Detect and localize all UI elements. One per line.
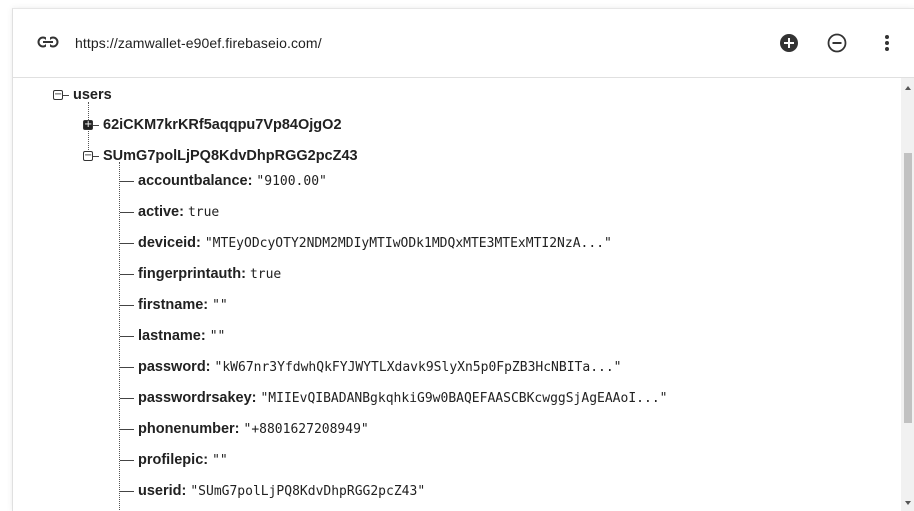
- tree-connector: [63, 95, 69, 96]
- node-key: 62iCKM7krKRf5aqqpu7Vp84OjgO2: [103, 117, 342, 133]
- tree-node-users[interactable]: users: [73, 84, 112, 106]
- tree-connector: [93, 125, 99, 126]
- link-icon: [37, 36, 59, 48]
- field-value[interactable]: "kW67nr3YfdwhQkFYJWYTLXdavk9SlyXn5p0FpZB…: [215, 360, 622, 375]
- database-url[interactable]: https://zamwallet-e90ef.firebaseio.com/: [75, 35, 322, 51]
- field-key: password:: [138, 359, 211, 375]
- field-key: fingerprintauth:: [138, 266, 246, 282]
- node-key: SUmG7polLjPQ8KdvDhpRGG2pcZ43: [103, 148, 358, 164]
- field-key: firstname:: [138, 297, 209, 313]
- url-bar: https://zamwallet-e90ef.firebaseio.com/: [13, 9, 914, 78]
- tree-connector: [120, 181, 134, 182]
- vertical-scrollbar[interactable]: [901, 78, 914, 511]
- tree-field[interactable]: password: "kW67nr3YfdwhQkFYJWYTLXdavk9Sly…: [138, 356, 622, 378]
- field-value[interactable]: "SUmG7polLjPQ8KdvDhpRGG2pcZ43": [190, 484, 425, 499]
- collapse-toggle-icon[interactable]: −: [53, 90, 63, 100]
- tree-field[interactable]: deviceid: "MTEyODcyOTY2NDM2MDIyMTIwODk1MD…: [138, 232, 612, 254]
- tree-node-user[interactable]: SUmG7polLjPQ8KdvDhpRGG2pcZ43: [103, 145, 358, 167]
- field-value[interactable]: "MIIEvQIBADANBgkqhkiG9w0BAQEFAASCBKcwggS…: [260, 391, 667, 406]
- tree-field[interactable]: fingerprintauth: true: [138, 263, 281, 285]
- data-tree: − users + 62iCKM7krKRf5aqqpu7Vp84OjgO2 −…: [13, 78, 901, 511]
- tree-field[interactable]: accountbalance: "9100.00": [138, 170, 327, 192]
- tree-connector: [120, 460, 134, 461]
- tree-connector: [120, 336, 134, 337]
- field-value[interactable]: true: [188, 205, 219, 220]
- field-key: userid:: [138, 483, 187, 499]
- scrollbar-thumb[interactable]: [904, 153, 912, 423]
- tree-connector: [93, 156, 99, 157]
- tree-connector: [120, 243, 134, 244]
- field-value[interactable]: "": [212, 298, 228, 313]
- tree-connector: [120, 367, 134, 368]
- field-value[interactable]: "9100.00": [256, 174, 326, 189]
- tree-node-user[interactable]: 62iCKM7krKRf5aqqpu7Vp84OjgO2: [103, 114, 342, 136]
- field-key: accountbalance:: [138, 173, 253, 189]
- tree-connector: [120, 274, 134, 275]
- tree-field[interactable]: firstname: "": [138, 294, 228, 316]
- tree-field[interactable]: passwordrsakey: "MIIEvQIBADANBgkqhkiG9w0B…: [138, 387, 667, 409]
- field-value[interactable]: "": [210, 329, 226, 344]
- tree-connector: [120, 429, 134, 430]
- field-key: passwordrsakey:: [138, 390, 257, 406]
- tree-field[interactable]: profilepic: "": [138, 449, 228, 471]
- field-key: profilepic:: [138, 452, 209, 468]
- tree-field[interactable]: phonenumber: "+8801627208949": [138, 418, 369, 440]
- scroll-up-icon[interactable]: [905, 86, 911, 90]
- tree-field[interactable]: lastname: "": [138, 325, 225, 347]
- node-key: users: [73, 87, 112, 103]
- field-key: phonenumber:: [138, 421, 240, 437]
- more-vert-icon[interactable]: [877, 33, 897, 53]
- database-viewer: https://zamwallet-e90ef.firebaseio.com/ …: [12, 8, 914, 511]
- field-key: lastname:: [138, 328, 206, 344]
- tree-connector: [120, 491, 134, 492]
- field-value[interactable]: "MTEyODcyOTY2NDM2MDIyMTIwODk1MDQxMTE3MTE…: [205, 236, 612, 251]
- tree-field[interactable]: active: true: [138, 201, 219, 223]
- field-key: active:: [138, 204, 184, 220]
- scroll-down-icon[interactable]: [905, 501, 911, 505]
- add-circle-icon[interactable]: [779, 33, 799, 53]
- collapse-toggle-icon[interactable]: −: [83, 151, 93, 161]
- tree-field[interactable]: userid: "SUmG7polLjPQ8KdvDhpRGG2pcZ43": [138, 480, 425, 502]
- tree-connector: [120, 398, 134, 399]
- tree-connector: [120, 212, 134, 213]
- field-value[interactable]: "+8801627208949": [244, 422, 369, 437]
- remove-circle-icon[interactable]: [827, 33, 847, 53]
- field-value[interactable]: "": [212, 453, 228, 468]
- field-key: deviceid:: [138, 235, 201, 251]
- tree-connector: [120, 305, 134, 306]
- field-value[interactable]: true: [250, 267, 281, 282]
- expand-toggle-icon[interactable]: +: [83, 120, 93, 130]
